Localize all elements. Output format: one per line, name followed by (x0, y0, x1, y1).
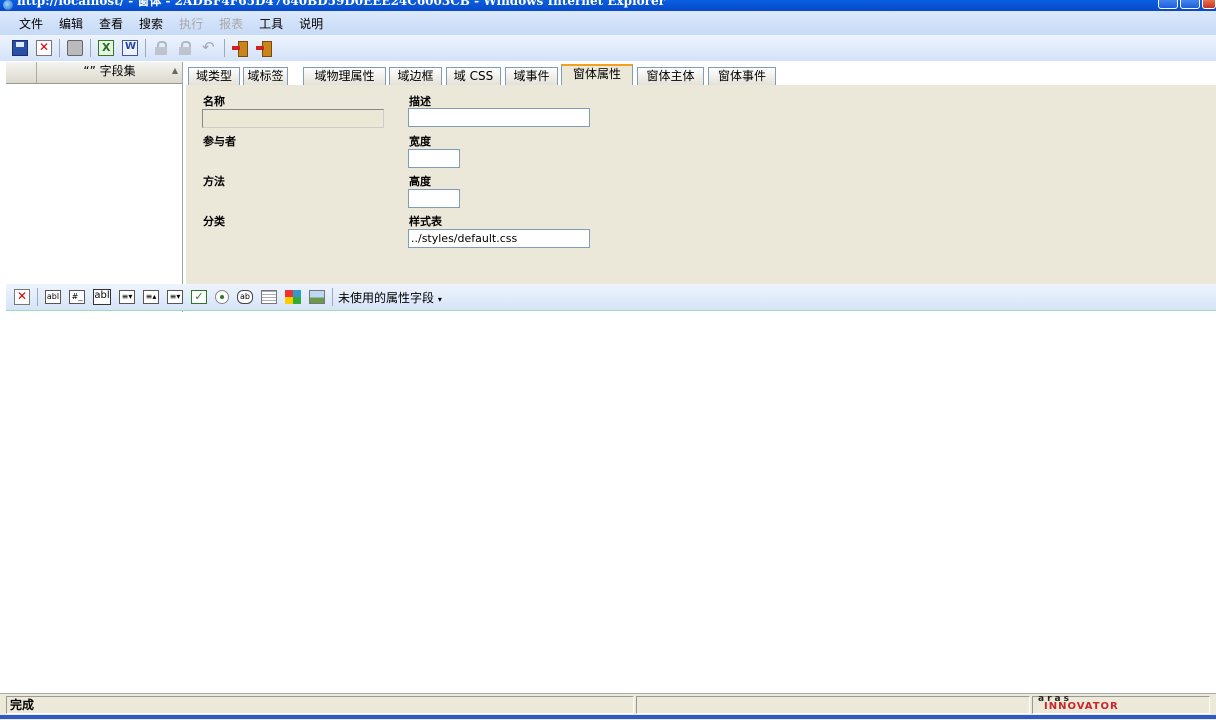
textarea-field-icon[interactable]: abl (93, 289, 111, 305)
toolbar-separator (90, 39, 91, 57)
window-bottom-border (0, 715, 1216, 719)
unused-fields-dropdown[interactable]: 未使用的属性字段 ▾ (338, 289, 442, 306)
status-pane (636, 696, 1030, 714)
description-label: 描述 (409, 95, 431, 108)
radio-field-icon[interactable] (215, 290, 229, 304)
menu-view[interactable]: 查看 (91, 15, 131, 32)
window-title-bar: http://localhost/ - 窗体 - 2ADBF4F65D47640… (0, 0, 1216, 11)
print-icon[interactable] (67, 40, 83, 56)
toolbar-separator (145, 39, 146, 57)
undo-icon (201, 38, 217, 56)
tab-field-events[interactable]: 域事件 (505, 67, 558, 85)
close-button[interactable] (1202, 0, 1216, 9)
lock-icon (153, 40, 169, 56)
category-label: 分类 (203, 215, 225, 228)
toolbar-separator (59, 39, 60, 57)
width-label: 宽度 (409, 135, 431, 148)
menu-edit[interactable]: 编辑 (51, 15, 91, 32)
menu-run: 执行 (179, 16, 204, 31)
maximize-button[interactable] (1180, 0, 1200, 9)
word-icon[interactable] (122, 40, 138, 56)
chevron-down-icon: ▾ (437, 294, 442, 304)
integer-field-icon[interactable]: #_ (69, 290, 85, 304)
unused-fields-label: 未使用的属性字段 (338, 290, 435, 305)
status-text: 完成 (6, 696, 634, 714)
name-label: 名称 (203, 95, 225, 108)
form-canvas[interactable] (6, 312, 1216, 693)
participants-label: 参与者 (203, 135, 236, 148)
field-set-header-blank (6, 62, 37, 83)
field-set-header: “” 字段集 ▲ (6, 62, 182, 84)
color-picker-field-icon[interactable] (285, 290, 301, 304)
tab-field-css[interactable]: 域 CSS (446, 67, 501, 85)
delete-field-icon[interactable] (14, 289, 30, 305)
tab-form-properties[interactable]: 窗体属性 (561, 64, 633, 85)
text-field-icon[interactable]: abl (45, 290, 61, 304)
grid-field-icon[interactable] (261, 290, 277, 304)
tab-field-type[interactable]: 域类型 (188, 67, 240, 85)
stylesheet-label: 样式表 (409, 215, 442, 228)
window-title: http://localhost/ - 窗体 - 2ADBF4F65D47640… (17, 0, 665, 8)
toolbar-separator (224, 39, 225, 57)
name-field (202, 109, 384, 128)
menu-reports: 报表 (219, 16, 244, 31)
stylesheet-field[interactable]: ../styles/default.css (408, 229, 590, 248)
height-field[interactable] (408, 189, 460, 208)
width-field[interactable] (408, 149, 460, 168)
sort-arrow-icon: ▲ (171, 66, 178, 75)
internet-explorer-icon (3, 0, 13, 10)
delete-icon[interactable] (36, 40, 52, 56)
button-field-icon[interactable]: ab (237, 290, 253, 304)
claim-icon[interactable] (232, 40, 248, 57)
tab-field-physical[interactable]: 域物理属性 (303, 67, 386, 85)
menu-tools[interactable]: 工具 (251, 15, 291, 32)
toolbar-separator (37, 288, 38, 306)
menu-help[interactable]: 说明 (291, 15, 331, 32)
exit-icon[interactable] (256, 40, 272, 57)
field-toolbar: abl #_ abl ≡▾ ≡▴ ≡▾ ✓ ab 未使用的属性字段 ▾ (6, 284, 1216, 311)
height-label: 高度 (409, 175, 431, 188)
description-field[interactable] (408, 108, 590, 127)
field-set-column-label: “” 字段集 (83, 64, 136, 78)
checkbox-field-icon[interactable]: ✓ (191, 290, 207, 304)
menu-bar: 文件 编辑 查看 搜索 执行 报表 工具 说明 (0, 11, 1216, 35)
logo-innovator: INNOVATOR (1044, 701, 1119, 712)
tab-form-body[interactable]: 窗体主体 (637, 67, 704, 85)
listbox-field-icon[interactable]: ≡▴ (143, 290, 159, 304)
method-label: 方法 (203, 175, 225, 188)
menu-file[interactable]: 文件 (11, 15, 51, 32)
toolbar-separator (332, 288, 333, 306)
field-set-column-header[interactable]: “” 字段集 ▲ (37, 62, 182, 83)
unlock-icon (177, 40, 193, 56)
menu-search[interactable]: 搜索 (131, 15, 171, 32)
image-field-icon[interactable] (309, 290, 325, 304)
minimize-button[interactable] (1158, 0, 1178, 9)
dropdown-field-icon[interactable]: ≡▾ (119, 290, 135, 304)
main-toolbar (0, 35, 1216, 61)
tab-field-border[interactable]: 域边框 (389, 67, 442, 85)
multi-listbox-field-icon[interactable]: ≡▾ (167, 290, 183, 304)
save-icon[interactable] (12, 40, 28, 56)
property-tabs: 域类型 域标签 域物理属性 域边框 域 CSS 域事件 窗体属性 窗体主体 窗体… (186, 62, 1216, 85)
form-properties-panel: 名称 参与者 方法 分类 描述 宽度 高度 样式表 ../styles/defa… (186, 85, 1216, 284)
excel-icon[interactable] (98, 40, 114, 56)
tab-form-events[interactable]: 窗体事件 (708, 67, 776, 85)
tab-field-label[interactable]: 域标签 (243, 67, 288, 85)
window-controls (1158, 0, 1216, 11)
